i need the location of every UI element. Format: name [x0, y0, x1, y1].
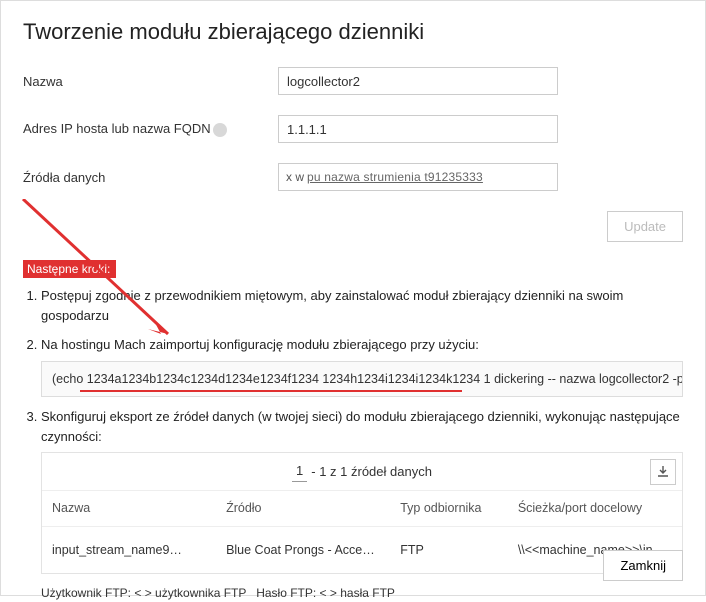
sources-label: Źródła danych [23, 170, 278, 185]
col-name: Nazwa [42, 491, 216, 526]
step-1: Postępuj zgodnie z przewodnikiem miętowy… [41, 286, 683, 325]
col-source: Źródło [216, 491, 390, 526]
pager-page[interactable]: 1 [292, 461, 307, 482]
row-name: Nazwa [23, 67, 683, 95]
page-title: Tworzenie modułu zbierającego dzienniki [23, 19, 683, 45]
host-label-text: Adres IP hosta lub nazwa FQDN [23, 121, 211, 136]
col-path: Ścieżka/port docelowy [508, 491, 682, 526]
command-text: (echo 1234a1234b1234c1234d1234e1234f1234… [52, 372, 683, 386]
dialog: Tworzenie modułu zbierającego dzienniki … [0, 0, 706, 596]
ftp-user: Użytkownik FTP: < > użytkownika FTP [41, 586, 246, 600]
table-pager: 1 - 1 z 1 źródeł danych [42, 453, 682, 491]
step-2-text: Na hostingu Mach zaimportuj konfigurację… [41, 337, 479, 352]
update-button[interactable]: Update [607, 211, 683, 242]
tag-text: pu nazwa strumienia t91235333 [307, 170, 483, 184]
download-icon [657, 466, 669, 478]
cell-source: Blue Coat Prongs - Access l… [216, 526, 390, 573]
sources-table: Nazwa Źródło Typ odbiornika Ścieżka/port… [42, 491, 682, 574]
ftp-credentials: Użytkownik FTP: < > użytkownika FTP Hasł… [41, 574, 683, 602]
name-input[interactable] [278, 67, 558, 95]
row-sources: Źródła danych x w pu nazwa strumienia t9… [23, 163, 683, 191]
table-row[interactable]: input_stream_name9… Blue Coat Prongs - A… [42, 526, 682, 573]
tag-remove-icon[interactable]: x w [283, 170, 307, 184]
next-steps-label: Następne kroki: [23, 260, 116, 278]
close-button[interactable]: Zamknij [603, 550, 683, 581]
step-3-text: Skonfiguruj eksport ze źródeł danych (w … [41, 409, 680, 444]
update-row: Update [23, 211, 683, 242]
row-host: Adres IP hosta lub nazwa FQDN [23, 115, 683, 143]
sources-table-wrap: 1 - 1 z 1 źródeł danych Nazwa Źródło Typ… [41, 452, 683, 574]
step-2: Na hostingu Mach zaimportuj konfigurację… [41, 335, 683, 397]
cell-name: input_stream_name9… [42, 526, 216, 573]
table-header-row: Nazwa Źródło Typ odbiornika Ścieżka/port… [42, 491, 682, 526]
steps-list: Postępuj zgodnie z przewodnikiem miętowy… [23, 286, 683, 602]
host-input[interactable] [278, 115, 558, 143]
download-button[interactable] [650, 459, 676, 485]
name-label: Nazwa [23, 74, 278, 89]
dialog-footer: Zamknij [603, 550, 683, 581]
sources-input[interactable]: x w pu nazwa strumienia t91235333 [278, 163, 558, 191]
info-icon[interactable] [213, 123, 227, 137]
annotation-underline [80, 390, 462, 392]
cell-receiver: FTP [390, 526, 508, 573]
command-box[interactable]: (echo 1234a1234b1234c1234d1234e1234f1234… [41, 361, 683, 398]
ftp-pass: Hasło FTP: < > hasła FTP [256, 586, 395, 600]
col-receiver: Typ odbiornika [390, 491, 508, 526]
host-label: Adres IP hosta lub nazwa FQDN [23, 121, 278, 137]
step-3: Skonfiguruj eksport ze źródeł danych (w … [41, 407, 683, 602]
pager-text: - 1 z 1 źródeł danych [311, 462, 432, 482]
